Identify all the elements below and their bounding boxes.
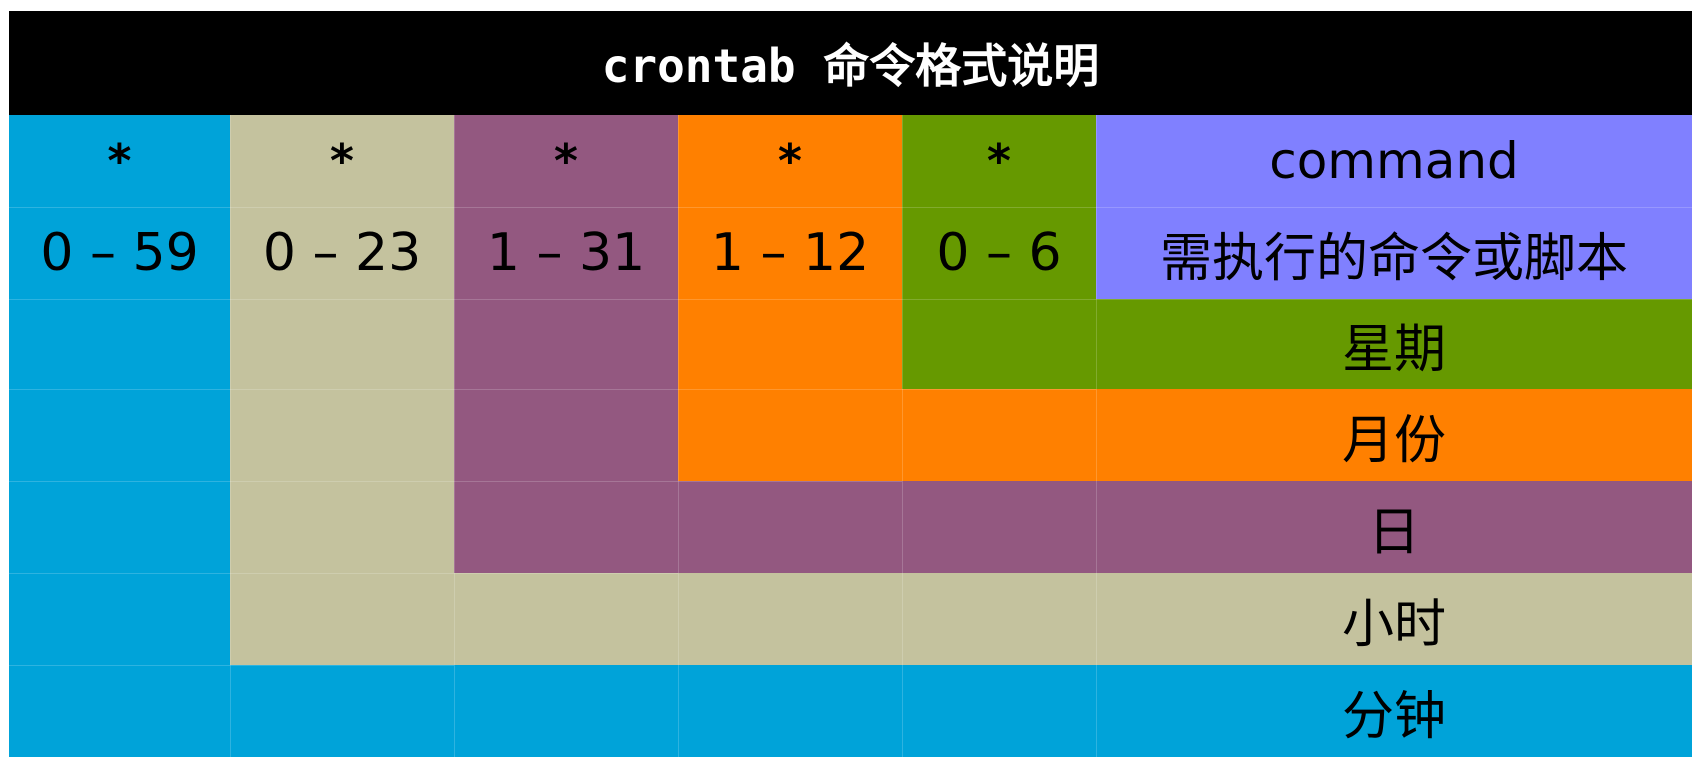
hour-band: 小时 xyxy=(454,573,1692,665)
grid-line xyxy=(1096,115,1097,757)
minute-label: 分钟 xyxy=(1341,686,1446,747)
hour-label: 小时 xyxy=(1341,594,1446,655)
weekday-label: 星期 xyxy=(1341,319,1446,380)
hour-range: 0 – 23 xyxy=(230,207,454,299)
grid-line xyxy=(678,115,679,757)
weekday-range: 0 – 6 xyxy=(902,207,1096,299)
grid-line xyxy=(9,299,1692,300)
crontab-diagram: crontab 命令格式说明 * * * * * command 0 – 59 … xyxy=(9,11,1692,757)
minute-symbol: * xyxy=(9,115,230,207)
weekday-band: 星期 xyxy=(1096,299,1692,389)
grid-line xyxy=(9,573,678,574)
minute-band: 分钟 xyxy=(230,665,1692,757)
hour-symbol: * xyxy=(230,115,454,207)
grid-line xyxy=(902,115,903,757)
day-symbol: * xyxy=(454,115,678,207)
month-bracket xyxy=(678,299,902,481)
month-label: 月份 xyxy=(1341,410,1446,471)
weekday-bracket xyxy=(902,299,1096,389)
month-range: 1 – 12 xyxy=(678,207,902,299)
minute-bracket xyxy=(9,299,230,757)
grid-line xyxy=(9,665,454,666)
hour-bracket xyxy=(230,299,454,665)
month-band: 月份 xyxy=(902,389,1692,481)
grid-line xyxy=(454,115,455,757)
day-range: 1 – 31 xyxy=(454,207,678,299)
grid-line xyxy=(9,207,1692,208)
diagram-title: crontab 命令格式说明 xyxy=(9,11,1692,115)
minute-range: 0 – 59 xyxy=(9,207,230,299)
month-symbol: * xyxy=(678,115,902,207)
grid-line xyxy=(9,389,1096,390)
day-bracket xyxy=(454,299,678,573)
command-label: command xyxy=(1096,115,1692,207)
command-description: 需执行的命令或脚本 xyxy=(1096,207,1692,299)
grid-line xyxy=(9,481,902,482)
day-band: 日 xyxy=(678,481,1692,573)
grid-line xyxy=(230,115,231,757)
day-label: 日 xyxy=(1367,502,1420,563)
weekday-symbol: * xyxy=(902,115,1096,207)
